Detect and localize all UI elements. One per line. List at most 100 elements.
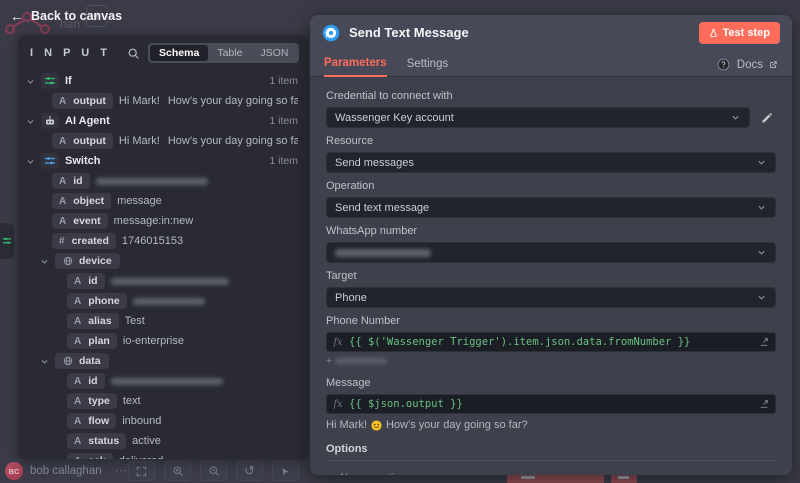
schema-field-row[interactable]: Aid <box>26 171 298 191</box>
schema-field-row[interactable]: Aobject message <box>26 191 298 211</box>
object-key: data <box>79 355 101 367</box>
tab-table[interactable]: Table <box>208 45 251 61</box>
resource-label: Resource <box>326 135 776 147</box>
resource-value: Send messages <box>335 157 756 169</box>
schema-field-row[interactable]: Astatus active <box>26 431 298 451</box>
schema-field-row[interactable]: #created 1746015153 <box>26 231 298 251</box>
fit-view-button[interactable] <box>128 461 155 481</box>
chevron-down-icon <box>756 292 767 303</box>
robot-icon <box>41 113 59 129</box>
schema-field-row[interactable]: Aid <box>26 271 298 291</box>
wassenger-node-icon <box>322 24 340 42</box>
field-value: Hi Mark! How’s your day going so far? <box>119 135 298 147</box>
reset-zoom-button[interactable]: ↺ <box>236 461 263 481</box>
credential-select[interactable]: Wassenger Key account <box>326 107 750 128</box>
schema-field-row[interactable]: Aevent message:in:new <box>26 211 298 231</box>
sliders-icon <box>2 236 12 246</box>
phone-number-expression-field[interactable]: fx {{ $('Wassenger Trigger').item.json.d… <box>326 332 776 352</box>
field-key: object <box>73 195 104 207</box>
chevron-down-icon[interactable] <box>40 257 49 266</box>
chevron-down-icon <box>756 202 767 213</box>
help-icon[interactable] <box>717 58 730 71</box>
operation-label: Operation <box>326 180 776 192</box>
test-step-button[interactable]: Test step <box>699 22 780 44</box>
tab-json[interactable]: JSON <box>251 45 297 61</box>
zoom-out-icon <box>208 465 220 477</box>
fx-icon: fx <box>327 333 349 351</box>
field-value: inbound <box>122 415 161 427</box>
docs-link[interactable]: Docs <box>737 59 778 71</box>
field-key: flow <box>88 415 109 427</box>
schema-field-row[interactable]: Aphone <box>26 291 298 311</box>
zoom-out-button[interactable] <box>200 461 227 481</box>
search-icon[interactable] <box>127 47 140 60</box>
schema-field-row[interactable]: Aoutput Hi Mark! How’s your day going so… <box>26 131 298 151</box>
field-key: created <box>72 235 109 247</box>
message-preview: Hi Mark! How’s your day going so far? <box>326 419 776 431</box>
edit-credential-button[interactable] <box>758 112 776 124</box>
chevron-down-icon[interactable] <box>26 117 35 126</box>
node-title: Send Text Message <box>349 25 690 40</box>
chevron-down-icon[interactable] <box>40 357 49 366</box>
object-key: device <box>79 255 112 267</box>
chevron-down-icon[interactable] <box>26 157 35 166</box>
schema-field-row[interactable]: Aack delivered <box>26 451 298 459</box>
node-detail-panel: Send Text Message Test step Parameters S… <box>310 15 792 475</box>
schema-node-row-switch[interactable]: Switch 1 item <box>26 151 298 171</box>
user-menu[interactable]: BC bob callaghan ⋯ <box>5 462 129 480</box>
tab-settings[interactable]: Settings <box>407 58 449 76</box>
options-section-label: Options <box>326 443 776 461</box>
schema-field-row[interactable]: Aflow inbound <box>26 411 298 431</box>
back-to-canvas-label: Back to canvas <box>31 9 122 23</box>
schema-node-row-if[interactable]: If 1 item <box>26 71 298 91</box>
field-key: alias <box>88 315 111 327</box>
whatsapp-number-select[interactable] <box>326 242 776 263</box>
back-arrow-icon: ← <box>10 9 24 23</box>
schema-field-row[interactable]: Atype text <box>26 391 298 411</box>
schema-field-row[interactable]: Aplan io-enterprise <box>26 331 298 351</box>
field-value: delivered <box>119 455 164 459</box>
open-expression-editor-button[interactable] <box>756 337 772 347</box>
tab-parameters[interactable]: Parameters <box>324 57 387 77</box>
blurred-value <box>111 278 229 285</box>
more-options-icon[interactable]: ⋯ <box>115 463 129 479</box>
whatsapp-number-label: WhatsApp number <box>326 225 776 237</box>
field-value: Hi Mark! How’s your day going so far? <box>119 95 298 107</box>
pointer-mode-button[interactable] <box>272 461 299 481</box>
schema-field-row[interactable]: Aid <box>26 371 298 391</box>
blurred-value <box>335 358 387 364</box>
schema-field-row[interactable]: Aoutput Hi Mark! How’s your day going so… <box>26 91 298 111</box>
field-key: phone <box>88 295 120 307</box>
message-expression-field[interactable]: fx {{ $json.output }} <box>326 394 776 414</box>
schema-object-row-device[interactable]: device <box>26 251 298 271</box>
phone-number-preview: + <box>326 355 776 367</box>
zoom-in-button[interactable] <box>164 461 191 481</box>
options-empty-text: No properties <box>340 472 776 475</box>
schema-node-row-ai-agent[interactable]: AI Agent 1 item <box>26 111 298 131</box>
switch-node-icon <box>41 153 59 169</box>
item-count: 1 item <box>269 75 298 87</box>
zoom-in-icon <box>172 465 184 477</box>
tab-schema[interactable]: Schema <box>150 45 208 61</box>
field-key: id <box>88 275 97 287</box>
node-panel-tabs: Parameters Settings Docs <box>310 50 792 77</box>
node-name: AI Agent <box>65 115 110 127</box>
object-globe-icon <box>63 256 73 266</box>
chevron-down-icon <box>756 157 767 168</box>
chevron-down-icon <box>756 247 767 258</box>
field-key: type <box>88 395 110 407</box>
target-select[interactable]: Phone <box>326 287 776 308</box>
open-expression-editor-button[interactable] <box>756 399 772 409</box>
field-value: message <box>117 195 162 207</box>
resource-select[interactable]: Send messages <box>326 152 776 173</box>
schema-field-row[interactable]: Aalias Test <box>26 311 298 331</box>
input-panel-header: I N P U T Schema Table JSON <box>18 35 308 68</box>
operation-select[interactable]: Send text message <box>326 197 776 218</box>
schema-object-row-data[interactable]: data <box>26 351 298 371</box>
field-key: ack <box>88 455 106 459</box>
chevron-down-icon[interactable] <box>26 77 35 86</box>
back-to-canvas-button[interactable]: ← Back to canvas <box>10 9 122 23</box>
panel-drag-handle[interactable] <box>0 223 14 259</box>
flask-icon <box>709 28 718 38</box>
undo-icon: ↺ <box>244 463 255 479</box>
